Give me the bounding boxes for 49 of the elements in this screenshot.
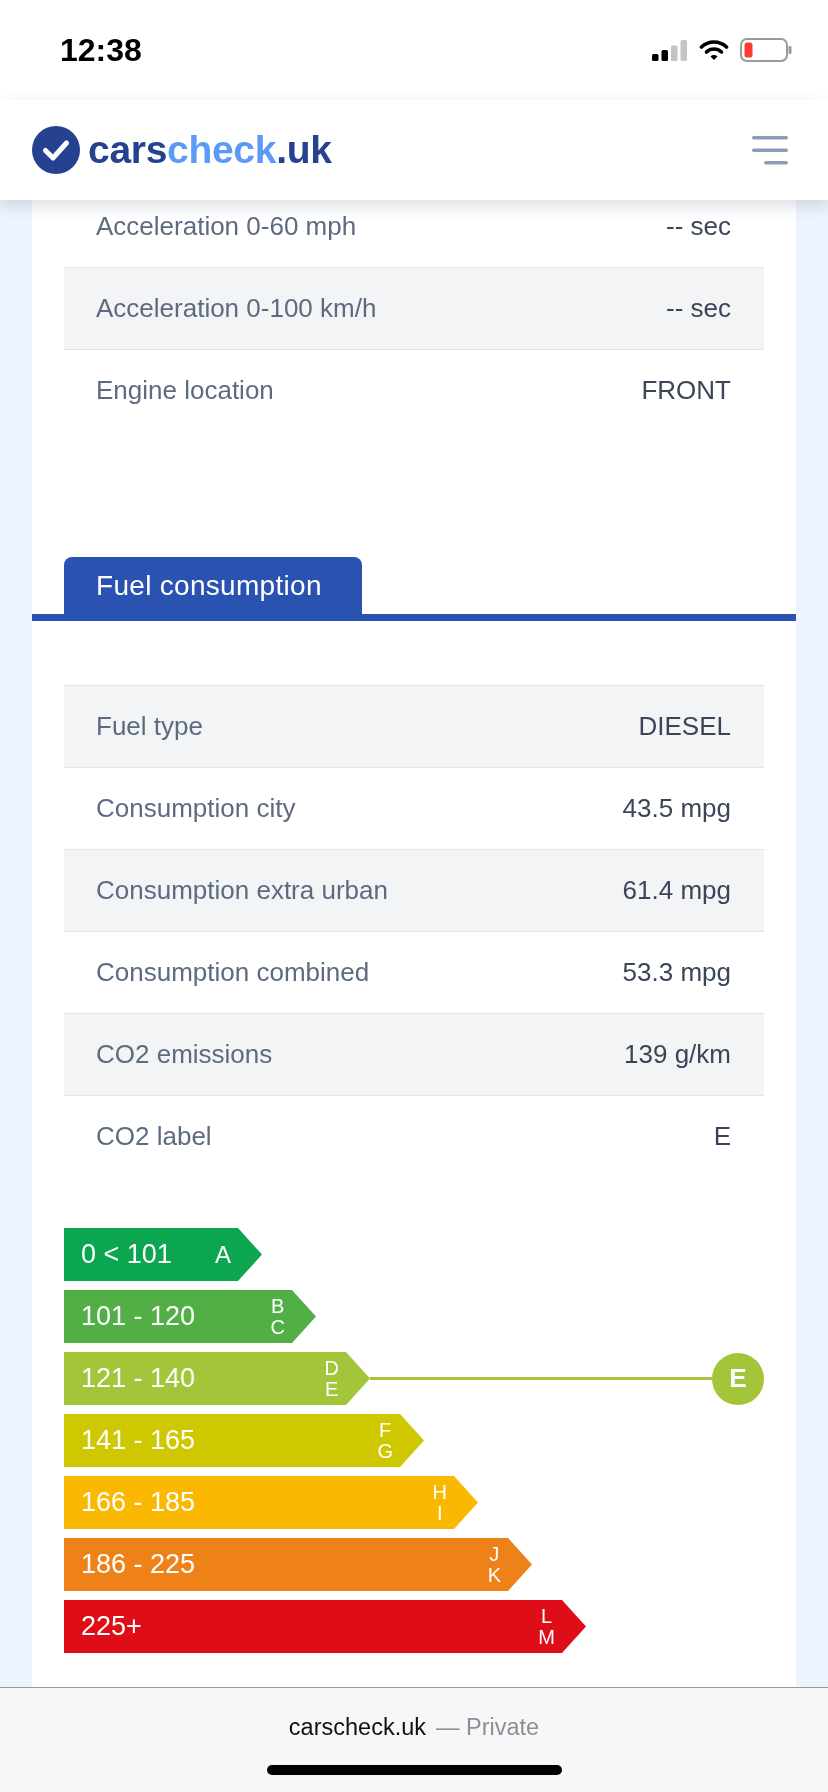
row-label: Engine location [96, 375, 274, 406]
check-circle-icon [32, 126, 80, 174]
battery-low-icon [740, 38, 792, 62]
band-letter: E [325, 1378, 339, 1400]
row-value: -- sec [666, 293, 731, 324]
band-letter: M [538, 1626, 555, 1648]
band-letter: L [541, 1605, 553, 1627]
band-letter: A [215, 1244, 231, 1265]
browsing-mode-text: — Private [436, 1713, 540, 1741]
tab[interactable]: Fuel consumption [64, 557, 362, 614]
menu-icon[interactable] [752, 135, 788, 165]
row-label: Consumption extra urban [96, 875, 388, 906]
row-label: Consumption combined [96, 957, 370, 988]
url-text[interactable]: carscheck.uk [288, 1713, 426, 1741]
band-letter: K [487, 1564, 501, 1586]
row-label: Consumption city [96, 793, 296, 824]
row-value: 53.3 mpg [622, 957, 731, 988]
row-label: Acceleration 0-60 mph [96, 211, 357, 242]
row-value: DIESEL [638, 711, 731, 742]
band-range: 0 < 101 [81, 1239, 173, 1270]
band-range: 141 - 165 [81, 1425, 197, 1456]
wifi-icon [699, 39, 729, 61]
row-label: Acceleration 0-100 km/h [96, 293, 377, 324]
row-label: CO2 emissions [96, 1039, 273, 1070]
band-letter: C [270, 1316, 285, 1338]
status-time: 12:38 [60, 31, 142, 69]
row-value: -- sec [666, 211, 731, 242]
rating-badge: E [712, 1352, 764, 1405]
band-letter: H [432, 1481, 447, 1503]
row-label: Fuel type [96, 711, 203, 742]
row-value: 43.5 mpg [622, 793, 731, 824]
band-range: 186 - 225 [81, 1549, 197, 1580]
band-range: 121 - 140 [81, 1363, 197, 1394]
band-letter: G [377, 1440, 393, 1462]
band-letter: B [271, 1295, 285, 1317]
band-letter: D [324, 1357, 339, 1379]
signal-icon [652, 39, 688, 61]
band-range: 166 - 185 [81, 1487, 197, 1518]
band-range: 101 - 120 [81, 1301, 197, 1332]
row-label: CO2 label [96, 1121, 212, 1152]
band-letter: F [379, 1419, 392, 1441]
row-value: E [713, 1121, 731, 1152]
band-range: 225+ [81, 1611, 143, 1642]
band-letter: J [489, 1543, 500, 1565]
row-value: FRONT [641, 375, 731, 406]
logo-text[interactable]: carscheck.uk [88, 128, 332, 172]
row-value: 61.4 mpg [622, 875, 731, 906]
band-letter: I [437, 1502, 443, 1524]
row-value: 139 g/km [624, 1039, 731, 1070]
